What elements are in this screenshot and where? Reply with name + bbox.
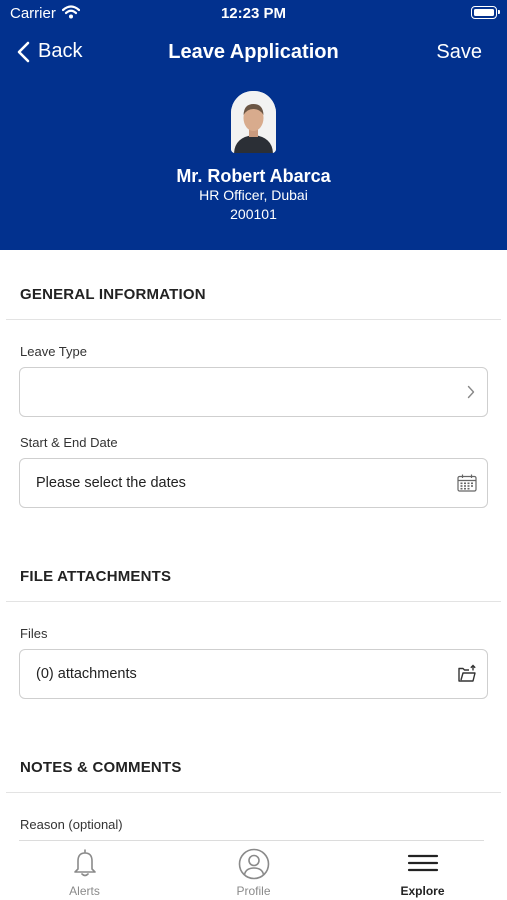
date-range-value: Please select the dates [36,475,186,491]
tab-explore[interactable]: Explore [338,840,507,900]
divider [6,319,501,320]
calendar-icon [457,474,477,497]
menu-icon [407,854,439,877]
tab-profile-label: Profile [236,884,271,898]
section-title-files: FILE ATTACHMENTS [20,568,172,585]
status-bar: Carrier 12:23 PM [0,0,507,28]
chevron-right-icon [467,385,475,404]
avatar [231,91,276,153]
back-label: Back [38,40,83,62]
profile-role: HR Officer, Dubai [199,187,308,203]
tab-explore-label: Explore [400,884,445,898]
attachments-field[interactable]: (0) attachments [19,649,488,699]
profile-name: Mr. Robert Abarca [176,166,331,186]
divider [6,601,501,602]
date-range-field[interactable]: Please select the dates [19,458,488,508]
save-button[interactable]: Save [436,41,482,64]
tab-alerts[interactable]: Alerts [0,840,169,900]
attachments-value: (0) attachments [36,666,137,682]
section-title-general: GENERAL INFORMATION [20,286,206,303]
tab-profile[interactable]: Profile [169,840,338,900]
bell-icon [72,848,98,883]
divider [6,792,501,793]
status-time: 12:23 PM [220,5,287,22]
section-title-notes: NOTES & COMMENTS [20,759,182,776]
tab-alerts-label: Alerts [69,884,100,898]
user-circle-icon [238,848,270,885]
reason-label: Reason (optional) [20,817,123,832]
battery-icon [471,6,500,19]
chevron-left-icon [17,41,30,62]
tab-bar: Alerts Profile Explore [0,840,507,900]
files-label: Files [20,626,48,641]
nav-bar: Back Leave Application Save [0,32,507,74]
header: Carrier 12:23 PM Back Leave Application … [0,0,507,250]
back-button[interactable]: Back [16,40,82,63]
folder-upload-icon [457,664,477,689]
leave-type-field[interactable] [19,367,488,417]
dates-label: Start & End Date [20,435,118,450]
leave-type-label: Leave Type [20,344,87,359]
profile-employee-id: 200101 [230,206,277,222]
